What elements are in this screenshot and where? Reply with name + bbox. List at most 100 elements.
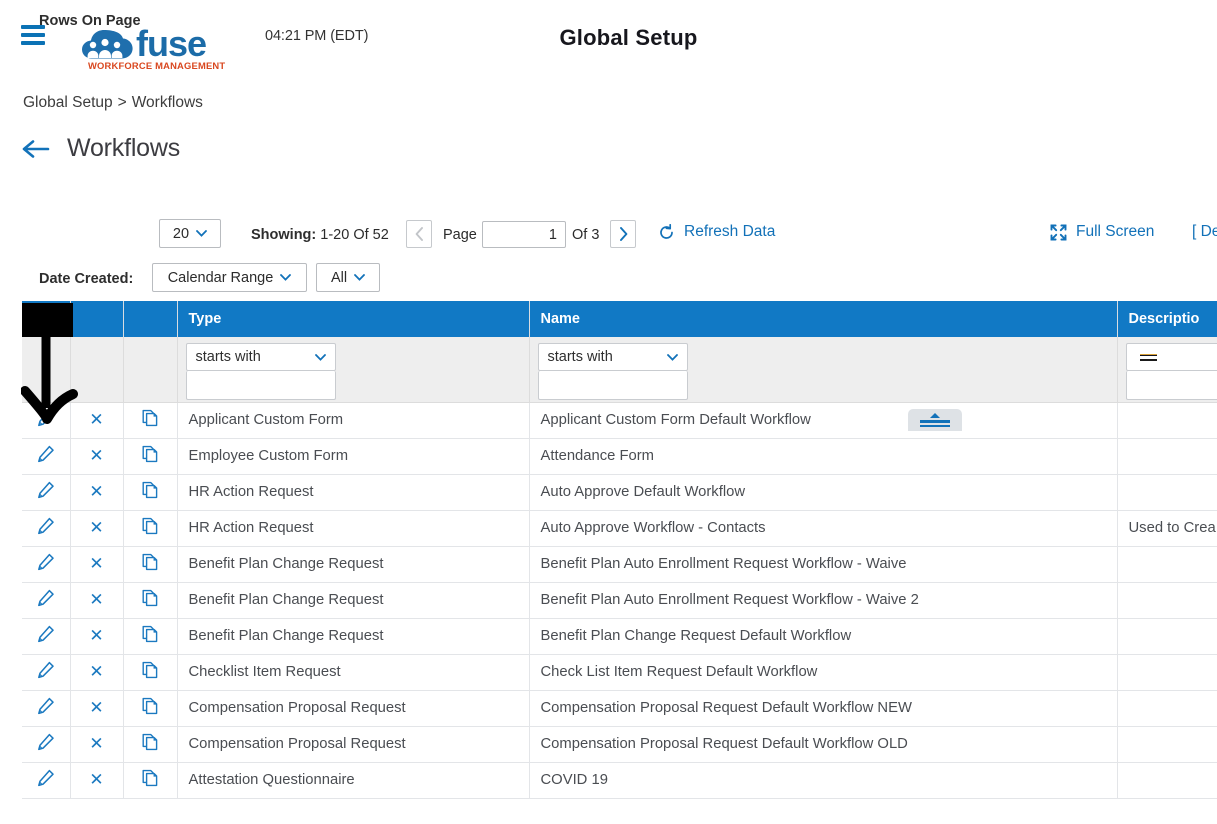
breadcrumb-current[interactable]: Workflows [132, 94, 203, 111]
copy-row-button[interactable] [123, 654, 178, 691]
edit-row-button[interactable] [22, 474, 71, 511]
edit-row-button[interactable] [22, 438, 71, 475]
copy-row-button[interactable] [123, 618, 178, 655]
column-header-edit[interactable] [70, 301, 124, 337]
x-icon[interactable]: ✕ [89, 518, 103, 537]
x-icon[interactable]: ✕ [89, 662, 103, 681]
column-header-description[interactable]: Descriptio [1117, 301, 1217, 337]
copy-icon[interactable] [140, 516, 160, 536]
column-header-copy[interactable] [123, 301, 178, 337]
refresh-data-button[interactable]: Refresh Data [658, 223, 775, 241]
edit-row-button[interactable] [22, 618, 71, 655]
pencil-icon[interactable] [36, 660, 56, 680]
copy-icon[interactable] [140, 732, 160, 752]
date-range-select[interactable]: Calendar Range [152, 263, 307, 292]
copy-row-button[interactable] [123, 762, 178, 799]
delete-row-button[interactable]: ✕ [70, 654, 124, 691]
table-row[interactable]: ✕ Benefit Plan Change Request Benefit Plan… [22, 618, 1217, 655]
edit-row-button[interactable] [22, 762, 71, 799]
edit-row-button[interactable] [22, 582, 71, 619]
pencil-icon[interactable] [36, 480, 56, 500]
copy-icon[interactable] [140, 624, 160, 644]
defaults-link[interactable]: [ De [1192, 223, 1217, 241]
delete-row-button[interactable]: ✕ [70, 582, 124, 619]
delete-row-button[interactable]: ✕ [70, 690, 124, 727]
table-row[interactable]: ✕ Compensation Proposal Request Compensati… [22, 726, 1217, 763]
delete-row-button[interactable]: ✕ [70, 510, 124, 547]
copy-row-button[interactable] [123, 474, 178, 511]
x-icon[interactable]: ✕ [89, 554, 103, 573]
table-row[interactable]: ✕ Checklist Item Request Check List Item R… [22, 654, 1217, 691]
pencil-icon[interactable] [36, 516, 56, 536]
delete-row-button[interactable]: ✕ [70, 474, 124, 511]
pencil-icon[interactable] [36, 732, 56, 752]
copy-icon[interactable] [140, 588, 160, 608]
delete-row-button[interactable]: ✕ [70, 618, 124, 655]
collapse-filters-icon[interactable] [908, 409, 962, 431]
copy-row-button[interactable] [123, 438, 178, 475]
name-filter-input[interactable] [537, 371, 688, 400]
copy-icon[interactable] [140, 552, 160, 572]
description-filter-input[interactable] [1125, 371, 1217, 400]
pencil-icon[interactable] [36, 444, 56, 464]
edit-row-button[interactable] [22, 726, 71, 763]
pencil-icon[interactable] [36, 696, 56, 716]
back-arrow-icon[interactable] [22, 138, 50, 160]
delete-row-button[interactable]: ✕ [70, 438, 124, 475]
x-icon[interactable]: ✕ [89, 410, 103, 429]
table-row[interactable]: ✕ Applicant Custom Form Applicant Custom F… [22, 402, 1217, 439]
breadcrumb-root[interactable]: Global Setup [23, 94, 113, 111]
table-row[interactable]: ✕ HR Action Request Auto Approve Default W… [22, 474, 1217, 511]
edit-row-button[interactable] [22, 654, 71, 691]
table-row[interactable]: ✕ Benefit Plan Change Request Benefit Plan… [22, 546, 1217, 583]
next-page-button[interactable] [610, 220, 636, 248]
copy-icon[interactable] [140, 696, 160, 716]
full-screen-button[interactable]: Full Screen [1050, 223, 1154, 241]
delete-row-button[interactable]: ✕ [70, 762, 124, 799]
table-row[interactable]: ✕ Benefit Plan Change Request Benefit Plan… [22, 582, 1217, 619]
table-row[interactable]: ✕ Attestation Questionnaire COVID 19 [22, 762, 1217, 799]
type-filter-operator-select[interactable]: starts with [185, 343, 336, 371]
type-filter-input[interactable] [185, 371, 336, 400]
edit-row-button[interactable] [22, 402, 71, 439]
copy-row-button[interactable] [123, 402, 178, 439]
table-row[interactable]: ✕ HR Action Request Auto Approve Workflow … [22, 510, 1217, 547]
column-header-type[interactable]: Type [177, 301, 530, 337]
x-icon[interactable]: ✕ [89, 590, 103, 609]
edit-row-button[interactable] [22, 690, 71, 727]
edit-row-button[interactable] [22, 546, 71, 583]
pencil-icon[interactable] [36, 408, 56, 428]
pencil-icon[interactable] [36, 552, 56, 572]
x-icon[interactable]: ✕ [89, 734, 103, 753]
delete-row-button[interactable]: ✕ [70, 402, 124, 439]
copy-icon[interactable] [140, 480, 160, 500]
delete-row-button[interactable]: ✕ [70, 726, 124, 763]
rows-on-page-select[interactable]: 20 [159, 219, 221, 248]
description-filter-operator-select[interactable] [1125, 343, 1217, 371]
column-header-name[interactable]: Name [529, 301, 1118, 337]
x-icon[interactable]: ✕ [89, 482, 103, 501]
x-icon[interactable]: ✕ [89, 626, 103, 645]
copy-row-button[interactable] [123, 510, 178, 547]
previous-page-button[interactable] [406, 220, 432, 248]
date-all-select[interactable]: All [316, 263, 380, 292]
x-icon[interactable]: ✕ [89, 698, 103, 717]
pencil-icon[interactable] [36, 624, 56, 644]
copy-row-button[interactable] [123, 726, 178, 763]
pencil-icon[interactable] [36, 768, 56, 788]
copy-icon[interactable] [140, 660, 160, 680]
page-number-input[interactable] [482, 221, 566, 248]
table-row[interactable]: ✕ Compensation Proposal Request Compensati… [22, 690, 1217, 727]
copy-row-button[interactable] [123, 690, 178, 727]
copy-row-button[interactable] [123, 546, 178, 583]
name-filter-operator-select[interactable]: starts with [537, 343, 688, 371]
delete-row-button[interactable]: ✕ [70, 546, 124, 583]
copy-icon[interactable] [140, 768, 160, 788]
copy-icon[interactable] [140, 444, 160, 464]
edit-row-button[interactable] [22, 510, 71, 547]
copy-row-button[interactable] [123, 582, 178, 619]
x-icon[interactable]: ✕ [89, 770, 103, 789]
table-row[interactable]: ✕ Employee Custom Form Attendance Form [22, 438, 1217, 475]
pencil-icon[interactable] [36, 588, 56, 608]
x-icon[interactable]: ✕ [89, 446, 103, 465]
